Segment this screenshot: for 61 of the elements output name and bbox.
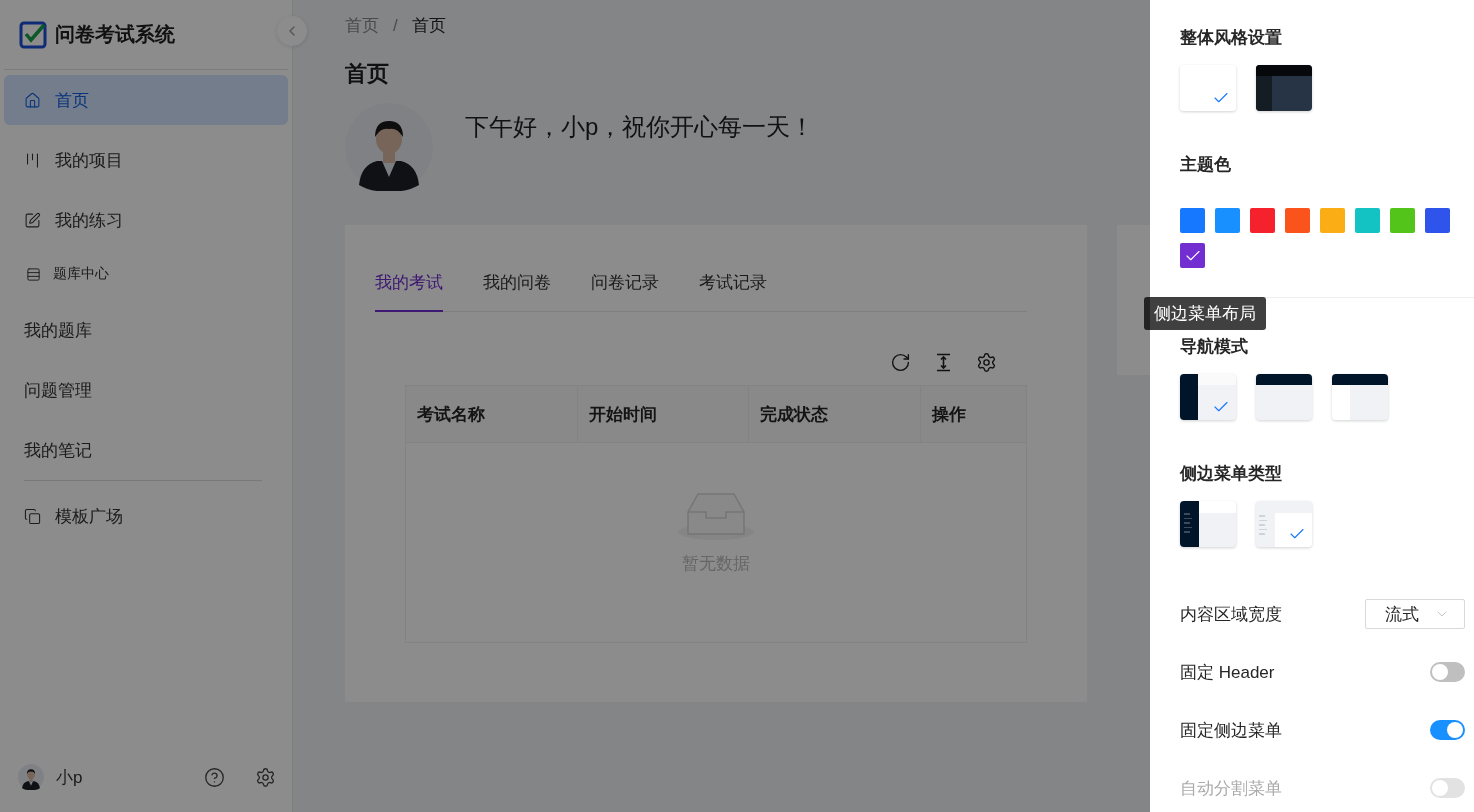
breadcrumb-separator: / <box>393 15 398 36</box>
collapse-button[interactable] <box>277 16 307 46</box>
menu-group[interactable]: 题库中心 <box>4 255 288 293</box>
menu-item[interactable]: 我的练习 <box>4 195 288 245</box>
tab[interactable]: 问卷记录 <box>591 269 659 312</box>
section-title: 导航模式 <box>1180 336 1249 358</box>
color-swatch[interactable] <box>1180 208 1205 233</box>
refresh-icon[interactable] <box>890 352 911 373</box>
color-swatch[interactable] <box>1250 208 1275 233</box>
section-title: 侧边菜单类型 <box>1180 463 1283 485</box>
menu-item-icon <box>24 507 41 525</box>
color-swatch[interactable] <box>1320 208 1345 233</box>
logo-icon <box>19 20 47 49</box>
style-option[interactable] <box>1256 65 1312 111</box>
menu-item[interactable]: 我的题库 <box>4 305 288 355</box>
tab[interactable]: 我的问卷 <box>483 269 551 312</box>
setting-label: 固定侧边菜单 <box>1180 719 1282 742</box>
menu-item[interactable]: 我的笔记 <box>4 425 288 475</box>
tooltip: 侧边菜单布局 <box>1144 297 1266 330</box>
color-swatch[interactable] <box>1355 208 1380 233</box>
menu-type-option[interactable] <box>1180 501 1236 547</box>
tab[interactable]: 考试记录 <box>699 269 767 312</box>
section-title: 主题色 <box>1180 154 1232 176</box>
column-header: 完成状态 <box>749 386 921 442</box>
column-header: 操作 <box>930 403 967 426</box>
settings-icon[interactable] <box>976 352 997 373</box>
menu-item[interactable]: 我的项目 <box>4 135 288 185</box>
setting-label: 固定 Header <box>1180 661 1275 684</box>
setting-label: 自动分割菜单 <box>1180 777 1282 800</box>
tab[interactable]: 我的考试 <box>375 269 443 312</box>
avatar <box>18 764 44 790</box>
menu-item-icon <box>24 91 41 109</box>
list-icon <box>26 266 41 282</box>
color-swatch[interactable] <box>1285 208 1310 233</box>
color-swatch[interactable] <box>1215 208 1240 233</box>
width-select[interactable]: 流式 <box>1365 599 1465 629</box>
breadcrumb-item: 首页 <box>411 15 446 37</box>
menu-item[interactable]: 首页 <box>4 75 288 125</box>
column-header: 考试名称 <box>406 386 578 442</box>
style-option[interactable] <box>1180 65 1236 111</box>
color-swatch[interactable] <box>1425 208 1450 233</box>
menu-item-icon <box>24 211 41 229</box>
column-header: 开始时间 <box>578 386 749 442</box>
layout-option[interactable] <box>1332 374 1388 420</box>
greeting: 下午好，小p，祝你开心每一天！ <box>465 112 815 142</box>
menu-item-icon <box>24 151 41 169</box>
settings-icon[interactable] <box>255 766 276 788</box>
menu-item[interactable]: 问题管理 <box>4 365 288 415</box>
user-name: 小p <box>56 766 84 789</box>
section-title: 整体风格设置 <box>1180 27 1283 49</box>
app-title: 问卷考试系统 <box>55 22 175 47</box>
color-swatch[interactable] <box>1180 243 1205 268</box>
layout-option[interactable] <box>1180 374 1236 420</box>
menu-item[interactable]: 模板广场 <box>4 491 288 541</box>
toggle-switch[interactable] <box>1430 720 1465 740</box>
layout-option[interactable] <box>1256 374 1312 420</box>
color-swatch[interactable] <box>1390 208 1415 233</box>
toggle-switch[interactable] <box>1430 662 1465 682</box>
help-icon[interactable] <box>204 766 225 788</box>
page-title: 首页 <box>345 60 389 88</box>
setting-label: 内容区域宽度 <box>1180 603 1282 626</box>
